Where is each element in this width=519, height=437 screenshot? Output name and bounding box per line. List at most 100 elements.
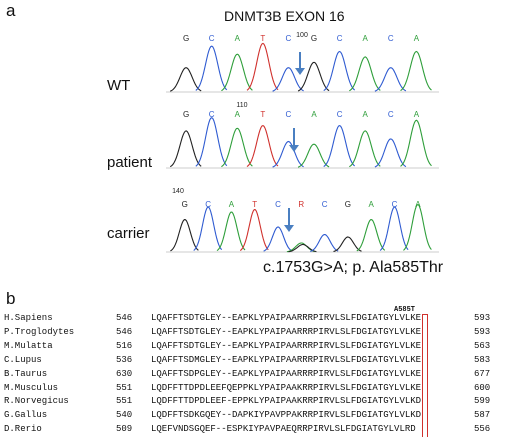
species-name: R.Norvegicus	[4, 396, 69, 407]
base-call: C	[286, 34, 292, 43]
trace-peak	[239, 209, 269, 252]
trace-peak	[195, 45, 228, 91]
species-name: B.Taurus	[4, 368, 48, 379]
base-call: C	[286, 110, 292, 119]
base-call: G	[183, 110, 189, 119]
species-name: M.Musculus	[4, 382, 59, 393]
trace-peak	[195, 117, 228, 167]
base-call: C	[209, 110, 215, 119]
mutation-arrow-head	[295, 68, 305, 75]
figure: { "panel_a": { "letter": "a", "title": "…	[0, 0, 519, 437]
trace-peak	[286, 242, 316, 253]
end-position: 599	[474, 396, 491, 407]
end-position: 593	[474, 326, 491, 337]
trace-carrier	[166, 204, 439, 253]
end-position: 600	[474, 382, 491, 393]
trace-peak	[349, 56, 381, 92]
end-position: 563	[474, 340, 491, 351]
panel-b-letter: b	[6, 289, 16, 308]
protein-sequence: LQDFFTSDKGQEY--DAPKIYPAVPPAKRRPIRVLSLFDG…	[151, 410, 422, 421]
start-position: 551	[116, 382, 133, 393]
species-name: P.Troglodytes	[4, 326, 75, 337]
alignment-row: G.Gallus 540 LQDFFTSDKGQEY--DAPKIYPAVPPAKR…	[0, 410, 519, 421]
trace-peak	[333, 236, 362, 253]
base-call: C	[337, 110, 343, 119]
start-position: 516	[116, 340, 133, 351]
trace-peak	[356, 219, 386, 252]
start-position: 546	[116, 313, 133, 323]
alignment-row: P.Troglodytes 546 LQAFFTSDTGLEY--EAPKLYPAI…	[0, 327, 519, 338]
end-position: 583	[474, 354, 491, 365]
trace-peak	[323, 50, 356, 92]
base-call: T	[252, 200, 257, 209]
alignment-row: R.Norvegicus 551 LQDFFTTDPDLEEF-EPPKLYPAIP…	[0, 396, 519, 407]
trace-peak	[400, 119, 432, 167]
trace-peak	[221, 53, 253, 92]
base-call: R	[298, 200, 304, 209]
species-name: M.Mulatta	[4, 340, 53, 351]
mutation-arrow-head	[284, 225, 294, 232]
base-call: T	[260, 34, 265, 43]
trace-peak	[246, 42, 279, 91]
base-call: A	[415, 200, 421, 209]
base-call: A	[311, 110, 317, 119]
species-name: H.Sapiens	[4, 313, 53, 323]
protein-sequence: LQAFFTSDMGLEY--EAPKLYPAIPAARRRPIRVLSLFDG…	[151, 354, 422, 365]
base-call: A	[363, 34, 369, 43]
base-call: A	[235, 110, 241, 119]
base-call: G	[345, 200, 351, 209]
start-position: 546	[116, 326, 133, 337]
base-call: C	[322, 200, 328, 209]
trace-peak	[323, 124, 356, 168]
base-call: G	[183, 34, 189, 43]
start-position: 509	[116, 424, 133, 435]
trace-peak	[297, 61, 330, 92]
trace-peak	[246, 124, 279, 168]
trace-peak	[349, 130, 381, 168]
base-call: C	[209, 34, 215, 43]
protein-sequence: LQAFFTSDPGLEY--EAPKLYPAIPAARRRPIRVLSLFDG…	[151, 368, 422, 379]
base-call: A	[363, 110, 369, 119]
position-marker: 140	[172, 188, 184, 195]
trace-peak	[169, 67, 202, 92]
trace-label-wt: WT	[107, 77, 131, 94]
mutation-arrow-head	[289, 145, 299, 152]
protein-sequence: LQAFFTSDTGLEY--EAPKLYPAIPAARRRPIRVLSLFDG…	[151, 340, 422, 351]
trace-peak	[374, 138, 407, 168]
base-call: C	[337, 34, 343, 43]
trace-peak	[263, 226, 292, 252]
trace-peak	[193, 206, 223, 251]
base-call: A	[414, 34, 420, 43]
trace-peak	[272, 140, 304, 168]
position-marker: 100	[296, 32, 308, 39]
species-name: G.Gallus	[4, 410, 48, 421]
protein-sequence: LQEFVNDSGQEF--ESPKIYPAVPAEQRRPIRVLSLFDGI…	[151, 424, 416, 435]
base-call: A	[369, 200, 375, 209]
trace-peak	[400, 50, 432, 92]
alignment-row: H.Sapiens 546 LQAFFTSDTGLEY--EAPKLYPAIPAAR…	[0, 313, 519, 324]
end-position: 677	[474, 368, 491, 379]
trace-peak	[379, 206, 409, 251]
trace-label-patient: patient	[107, 154, 153, 171]
alignment-row: M.Musculus 551 LQDFFTTDPDLEEFQEPPKLYPAIPAA…	[0, 383, 519, 394]
trace-peak	[310, 234, 339, 252]
alignment-row: M.Mulatta 516 LQAFFTSDTGLEY--EAPKLYPAIPAAR…	[0, 341, 519, 352]
end-position: 556	[474, 424, 491, 435]
trace-patient	[166, 117, 439, 169]
start-position: 540	[116, 410, 133, 421]
chromatogram-panel: G C A T C G C A C A100G C A T C A C A C A110G C A T C R C G A C A140	[166, 32, 439, 253]
trace-peak	[297, 143, 330, 168]
base-call: G	[311, 34, 317, 43]
protein-sequence: LQDFFTTDPDLEEFQEPPKLYPAIPAAKRRPIRVLSLFDG…	[151, 382, 422, 393]
trace-peak	[169, 130, 202, 168]
trace-label-carrier: carrier	[107, 225, 150, 242]
trace-peak	[403, 204, 432, 251]
mutation-caption: c.1753G>A; p. Ala585Thr	[263, 259, 444, 276]
start-position: 551	[116, 396, 133, 407]
species-name: C.Lupus	[4, 354, 42, 365]
base-call: A	[229, 200, 235, 209]
traces-layer	[166, 42, 439, 253]
base-call: C	[392, 200, 398, 209]
protein-sequence: LQAFFTSDTGLEY--EAPKLYPAIPAARRRPIRVLSLFDG…	[151, 313, 422, 323]
position-marker: 110	[236, 102, 247, 109]
